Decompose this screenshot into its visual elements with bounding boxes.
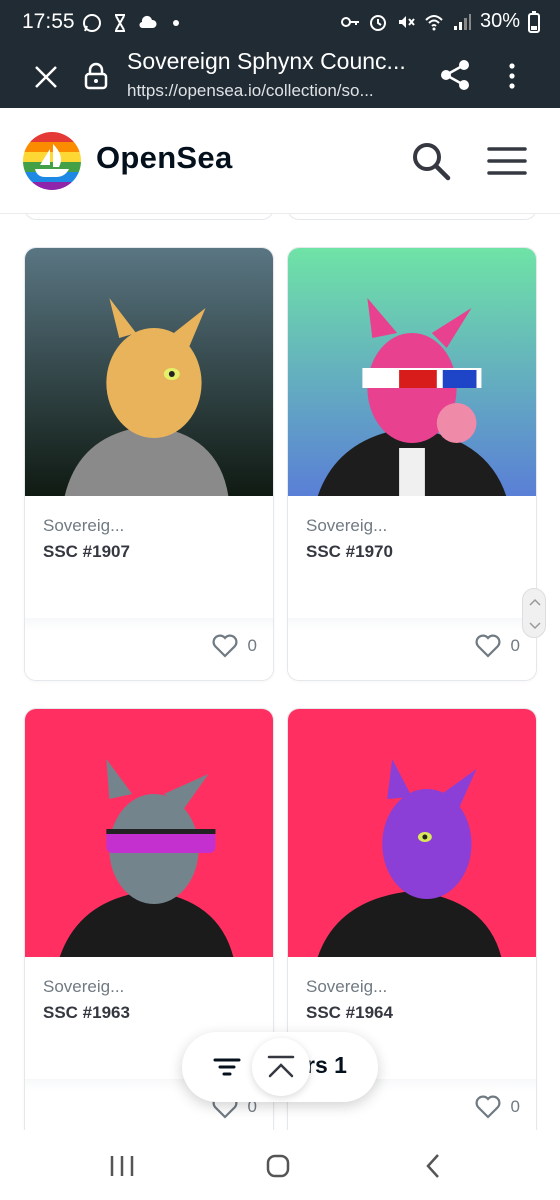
site-header: OpenSea — [0, 108, 560, 214]
previous-card-bottom — [287, 214, 537, 220]
like-count: 0 — [510, 636, 520, 655]
nft-name[interactable]: SSC #1970 — [306, 542, 393, 562]
whatsapp-icon — [83, 14, 101, 32]
like-button[interactable]: 0 — [212, 634, 257, 658]
share-icon[interactable] — [438, 58, 472, 92]
key-icon — [340, 16, 359, 27]
scroll-arrows-icon — [529, 598, 541, 630]
back-to-top-button[interactable] — [252, 1038, 310, 1096]
chevron-up-icon — [267, 1055, 295, 1078]
recent-apps-icon[interactable] — [102, 1150, 142, 1182]
card-footer: 0 — [25, 618, 273, 680]
filters-label[interactable]: rs 1 — [306, 1052, 347, 1079]
collection-name[interactable]: Sovereig... — [306, 977, 387, 997]
status-icons-left — [82, 13, 186, 33]
nft-image[interactable] — [288, 709, 536, 957]
opensea-logo[interactable] — [23, 132, 81, 190]
previous-card-bottom — [24, 214, 274, 220]
mute-icon — [398, 15, 415, 28]
status-bar: 17:55 30% — [0, 0, 560, 46]
collection-name[interactable]: Sovereig... — [43, 977, 124, 997]
fast-scroll-handle[interactable] — [522, 588, 546, 638]
card-footer: 0 — [288, 618, 536, 680]
hamburger-menu-icon[interactable] — [486, 144, 528, 178]
lock-icon[interactable] — [84, 62, 108, 90]
nft-card[interactable]: Sovereig... SSC #1907 0 — [24, 247, 274, 681]
system-nav-bar — [0, 1130, 560, 1200]
like-button[interactable]: 0 — [475, 634, 520, 658]
battery-percent: 30% — [479, 10, 520, 32]
nft-image[interactable] — [25, 709, 273, 957]
collection-name[interactable]: Sovereig... — [43, 516, 124, 536]
dot-icon — [173, 20, 179, 26]
nft-card[interactable]: Sovereig... SSC #1970 0 — [287, 247, 537, 681]
wifi-icon — [425, 14, 443, 30]
nft-image[interactable] — [288, 248, 536, 496]
browser-toolbar: Sovereign Sphynx Counc... https://opense… — [0, 46, 560, 108]
like-count: 0 — [247, 636, 257, 655]
home-icon[interactable] — [258, 1150, 298, 1182]
nft-image[interactable] — [25, 248, 273, 496]
heart-icon — [212, 634, 238, 658]
hourglass-icon — [115, 14, 125, 32]
battery-icon — [528, 10, 540, 33]
status-icons-right: 30% — [340, 10, 540, 33]
heart-icon — [475, 634, 501, 658]
like-count: 0 — [510, 1097, 520, 1116]
signal-icon — [453, 13, 471, 30]
search-icon[interactable] — [410, 140, 452, 182]
browser-url[interactable]: https://opensea.io/collection/so... — [127, 81, 417, 101]
cloud-icon — [139, 15, 157, 29]
nft-name[interactable]: SSC #1964 — [306, 1003, 393, 1023]
more-options-icon[interactable] — [502, 60, 522, 92]
nft-name[interactable]: SSC #1907 — [43, 542, 130, 562]
brand-name[interactable]: OpenSea — [96, 140, 232, 176]
close-tab-button[interactable] — [32, 63, 60, 91]
heart-icon — [475, 1095, 501, 1119]
back-icon[interactable] — [414, 1150, 454, 1182]
status-time: 17:55 — [22, 10, 75, 33]
collection-grid: Sovereig... SSC #1907 0 Sovereig... SSC … — [0, 214, 560, 1130]
like-button[interactable]: 0 — [475, 1095, 520, 1119]
floating-filter-bar[interactable]: rs 1 — [182, 1032, 378, 1102]
browser-page-title: Sovereign Sphynx Counc... — [127, 48, 406, 74]
alarm-icon — [369, 14, 386, 31]
filter-icon[interactable] — [212, 1054, 242, 1080]
nft-name[interactable]: SSC #1963 — [43, 1003, 130, 1023]
collection-name[interactable]: Sovereig... — [306, 516, 387, 536]
